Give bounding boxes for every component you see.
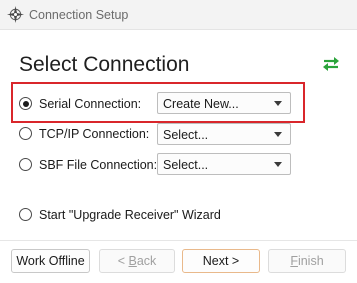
title-bar: Connection Setup bbox=[0, 0, 357, 30]
work-offline-button[interactable]: Work Offline bbox=[11, 249, 90, 273]
chevron-down-icon bbox=[274, 101, 282, 106]
back-button-prefix: < bbox=[117, 254, 129, 268]
finish-button-rest: inish bbox=[297, 254, 324, 268]
chevron-down-icon bbox=[274, 132, 282, 137]
serial-connection-radio[interactable] bbox=[19, 97, 32, 110]
back-button-rest: ack bbox=[136, 254, 157, 268]
window-title: Connection Setup bbox=[29, 8, 129, 22]
upgrade-wizard-radio[interactable] bbox=[19, 208, 32, 221]
sbf-file-connection-radio[interactable] bbox=[19, 158, 32, 171]
back-button[interactable]: < Back bbox=[99, 249, 175, 273]
finish-button[interactable]: Finish bbox=[268, 249, 346, 273]
sbf-file-connection-select-value: Select... bbox=[163, 158, 209, 172]
finish-button-accesskey: F bbox=[290, 254, 298, 268]
serial-connection-label: Serial Connection: bbox=[39, 97, 142, 111]
tcpip-connection-label: TCP/IP Connection: bbox=[39, 127, 150, 141]
serial-connection-select-value: Create New... bbox=[163, 97, 239, 111]
swap-arrows-icon[interactable] bbox=[322, 56, 340, 72]
upgrade-wizard-label: Start "Upgrade Receiver" Wizard bbox=[39, 208, 221, 222]
tcpip-connection-radio[interactable] bbox=[19, 127, 32, 140]
sbf-file-connection-label: SBF File Connection: bbox=[39, 158, 158, 172]
tcpip-connection-select-value: Select... bbox=[163, 128, 209, 142]
back-button-accesskey: B bbox=[128, 254, 137, 268]
next-button[interactable]: Next > bbox=[182, 249, 260, 273]
page-title: Select Connection bbox=[19, 53, 190, 76]
serial-connection-select[interactable]: Create New... bbox=[157, 92, 291, 114]
compass-rose-icon bbox=[6, 5, 25, 24]
footer-divider bbox=[0, 240, 357, 241]
tcpip-connection-select[interactable]: Select... bbox=[157, 123, 291, 145]
connection-setup-window: Connection Setup Select Connection Seria… bbox=[0, 0, 357, 283]
chevron-down-icon bbox=[274, 162, 282, 167]
sbf-file-connection-select[interactable]: Select... bbox=[157, 153, 291, 175]
